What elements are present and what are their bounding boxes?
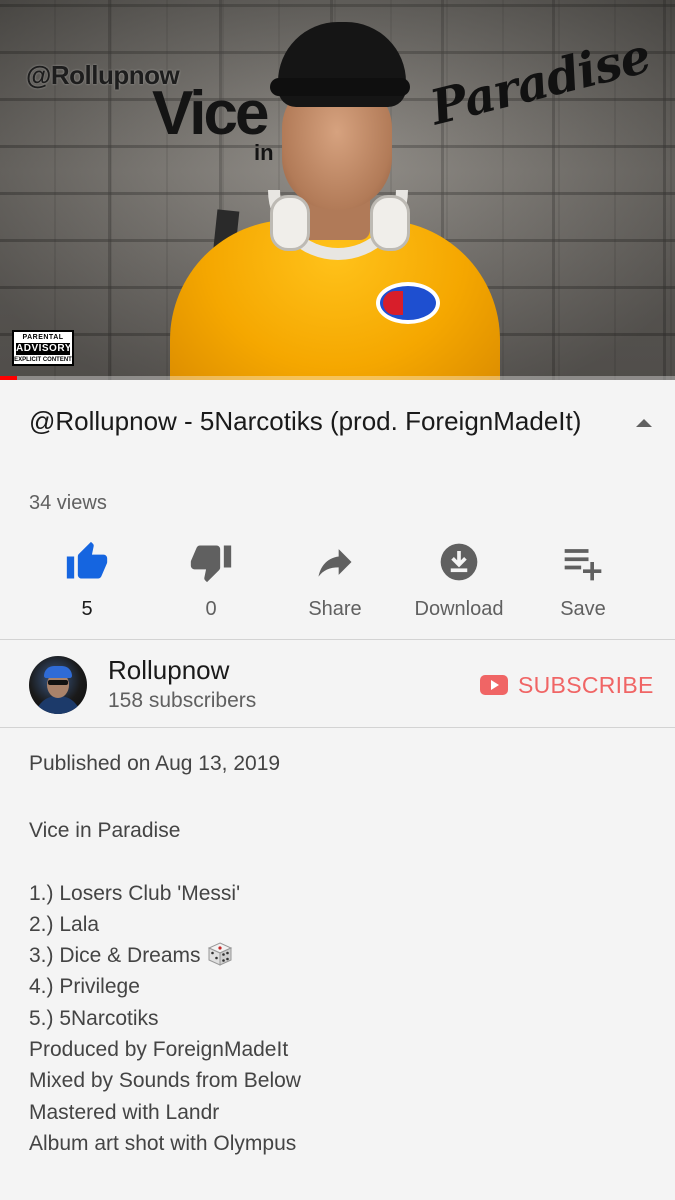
description-line: Produced by ForeignMadeIt <box>29 1034 301 1065</box>
description-blank-line <box>29 846 301 877</box>
like-button[interactable]: 5 <box>25 536 149 626</box>
description-line-text: Produced by ForeignMadeIt <box>29 1038 289 1062</box>
share-button[interactable]: Share <box>273 536 397 626</box>
dislike-button[interactable]: 0 <box>149 536 273 626</box>
headphone-cup-right <box>370 195 410 251</box>
channel-avatar[interactable] <box>29 656 87 714</box>
dice-icon <box>207 942 232 966</box>
video-title: @Rollupnow - 5Narcotiks (prod. ForeignMa… <box>29 406 582 436</box>
video-progress-bar[interactable] <box>0 376 675 380</box>
avatar-body <box>35 696 81 714</box>
description-line-text: 5.) 5Narcotiks <box>29 1006 159 1030</box>
published-date: Published on Aug 13, 2019 <box>29 752 281 775</box>
advisory-mid-text: ADVISORY <box>16 343 72 355</box>
playlist-add-icon <box>564 549 602 581</box>
dislike-count: 0 <box>205 598 217 620</box>
description-line: Mastered with Landr <box>29 1097 301 1128</box>
share-icon <box>318 549 352 577</box>
video-description: Vice in Paradise 1.) Losers Club 'Messi' 2… <box>29 815 301 1159</box>
like-count: 5 <box>81 598 93 620</box>
subscriber-count: 158 subscribers <box>108 689 257 712</box>
description-line-text: Mixed by Sounds from Below <box>29 1069 301 1093</box>
description-line: Album art shot with Olympus <box>29 1128 301 1159</box>
description-line: 5.) 5Narcotiks <box>29 1003 301 1034</box>
thumbnail-in-text: in <box>254 140 274 165</box>
download-button[interactable]: Download <box>397 536 521 626</box>
divider-bottom <box>0 727 675 728</box>
parental-advisory-label: PARENTAL ADVISORY EXPLICIT CONTENT <box>12 330 74 366</box>
description-line: 2.) Lala <box>29 909 301 940</box>
collapse-caret-icon[interactable] <box>633 412 655 434</box>
thumbnail-artist-photo <box>170 20 500 380</box>
youtube-logo-icon <box>480 675 508 695</box>
download-icon <box>440 543 478 581</box>
action-bar: 5 0 Share Download Save <box>0 536 675 626</box>
share-label: Share <box>308 598 362 620</box>
advisory-top-text: PARENTAL <box>22 334 64 341</box>
video-progress-fill <box>0 376 17 380</box>
avatar-glasses <box>48 680 68 685</box>
download-label: Download <box>414 598 504 620</box>
description-line: 1.) Losers Club 'Messi' <box>29 878 301 909</box>
advisory-bottom-text: EXPLICIT CONTENT <box>14 357 72 363</box>
thumbnail-vice-text: Vice <box>152 79 269 148</box>
save-button[interactable]: Save <box>521 536 645 626</box>
save-label: Save <box>560 598 606 620</box>
subscribe-button[interactable]: SUBSCRIBE <box>480 668 654 702</box>
description-line-text: 4.) Privilege <box>29 975 140 999</box>
description-line-text: Mastered with Landr <box>29 1100 220 1124</box>
subscribe-label: SUBSCRIBE <box>518 671 654 698</box>
thumbs-down-icon <box>190 545 232 583</box>
view-count: 34 views <box>29 492 107 514</box>
video-player[interactable]: @Rollupnow Vice in Paradise PARENTAL ADV… <box>0 0 675 380</box>
description-line-text: Album art shot with Olympus <box>29 1131 297 1155</box>
description-line-text: Vice in Paradise <box>29 819 181 842</box>
description-line: Mixed by Sounds from Below <box>29 1065 301 1096</box>
description-line-text: 3.) Dice & Dreams <box>29 944 201 968</box>
cap-brim <box>270 78 410 96</box>
thumbs-up-icon <box>66 541 108 579</box>
channel-name[interactable]: Rollupnow <box>108 655 229 686</box>
description-line: 3.) Dice & Dreams <box>29 940 301 971</box>
description-line-text: 2.) Lala <box>29 912 100 936</box>
divider-top <box>0 639 675 640</box>
champion-logo-red <box>383 291 403 315</box>
avatar-cap <box>44 666 72 678</box>
description-line-text: 1.) Losers Club 'Messi' <box>29 881 241 905</box>
description-line: 4.) Privilege <box>29 971 301 1002</box>
description-line: Vice in Paradise <box>29 815 301 846</box>
headphone-cup-left <box>270 195 310 251</box>
